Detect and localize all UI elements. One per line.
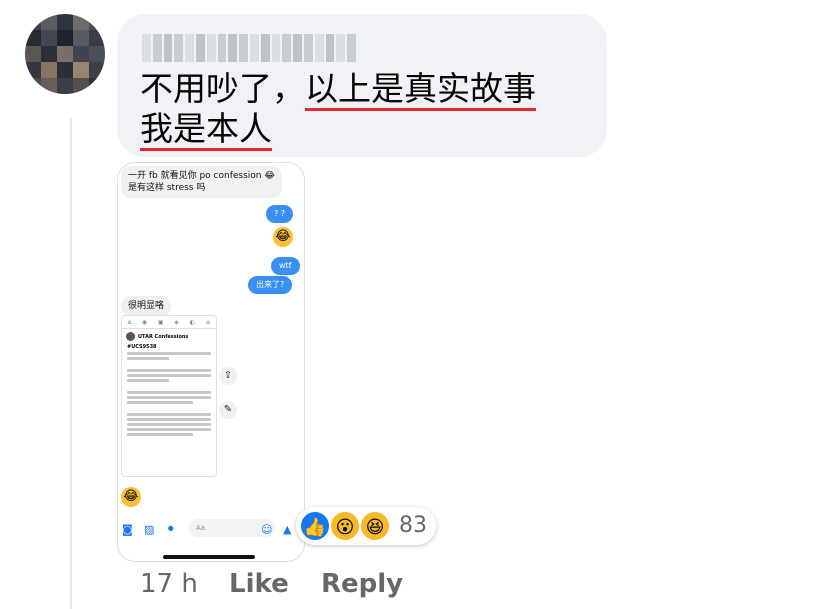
text-line [127,396,211,399]
market-icon: ◈ [174,318,179,326]
post-header: UTAR Confessions [122,329,216,344]
page-avatar [126,332,135,341]
mic-icon[interactable]: ⏺ [168,522,174,536]
text-line [127,401,193,404]
text-line [127,418,211,421]
laughing-emoji-icon: 😂 [273,227,293,247]
comment-text-prefix: 不用吵了， [140,69,305,108]
text-line [127,423,211,426]
chat-message-incoming: 很明显咯 [121,296,172,316]
reply-button[interactable]: Reply [321,566,403,602]
chat-message-outgoing: 出来了? [248,276,293,294]
post-tag: #UCS9538 [127,344,157,350]
text-line [127,357,170,360]
thumbs-up-icon[interactable]: ▲ [283,523,291,536]
comment-timestamp[interactable]: 17 h [140,566,198,602]
chat-message-text: 是有这样 stress 吗 [128,183,206,193]
text-line [127,428,211,431]
gallery-icon[interactable]: ▨ [144,523,154,536]
chat-message-outgoing: wtf [271,257,300,275]
shared-facebook-post[interactable]: ⌂ ◉ ▣ ◈ ◐ ≡ UTAR Confessions #UCS9538 [121,315,217,477]
watch-icon: ▣ [157,318,164,326]
menu-icon: ≡ [205,318,211,326]
post-tab-bar: ⌂ ◉ ▣ ◈ ◐ ≡ [122,316,216,329]
emoji-icon[interactable]: ☺ [261,523,272,536]
text-line [127,379,170,382]
attached-screenshot[interactable]: 一开 fb 就看见你 po confession 😂 是有这样 stress 吗… [117,162,305,562]
commenter-name-blurred[interactable] [142,34,356,62]
like-reaction-icon: 👍 [299,510,331,542]
page-name: UTAR Confessions [138,333,189,340]
avatar[interactable] [25,14,105,94]
message-composer: ◙ ▨ ⏺ Aa ☺ ▲ [118,515,304,543]
bell-icon: ◐ [189,318,195,326]
text-line [127,433,193,436]
text-line [127,391,211,394]
text-line [127,413,211,416]
camera-icon[interactable]: ◙ [122,523,133,536]
comment-bubble: 不用吵了，以上是真实故事 我是本人 [117,14,607,157]
haha-reaction-icon: 😆 [359,510,391,542]
edit-icon[interactable]: ✎ [219,401,237,419]
comment-text-line-2: 我是本人 [140,109,272,149]
reaction-count: 83 [399,513,427,538]
comment-text-line-1: 不用吵了，以上是真实故事 [140,69,536,109]
home-icon: ⌂ [127,318,132,326]
wow-reaction-icon: 😮 [329,510,361,542]
chat-message-text: 一开 fb 就看见你 po confession 😂 [128,171,275,181]
chat-message-incoming: 一开 fb 就看见你 po confession 😂 是有这样 stress 吗 [121,166,282,198]
text-line [127,369,211,372]
share-icon[interactable]: ⇪ [219,367,237,385]
friends-icon: ◉ [141,318,148,326]
comment-text-underlined: 以上是真实故事 [305,69,536,108]
comment-text-underlined-2: 我是本人 [140,109,272,148]
chat-message-outgoing: ? ? [266,205,294,223]
home-indicator [163,555,255,559]
text-line [127,374,211,377]
reply-thread-line [70,118,72,609]
reaction-summary[interactable]: 👍 😮 😆 83 [296,507,436,545]
laughing-emoji-icon: 😂 [121,487,141,507]
like-button[interactable]: Like [229,566,289,602]
text-line [127,352,211,355]
